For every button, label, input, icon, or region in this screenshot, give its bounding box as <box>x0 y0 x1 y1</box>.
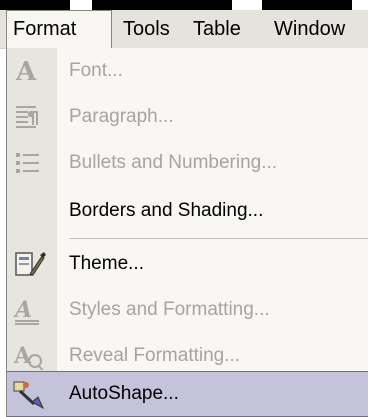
theme-icon <box>10 246 48 282</box>
menu-item-theme-label: Theme... <box>69 253 144 274</box>
menu-window-label: Window <box>274 18 346 40</box>
menu-format[interactable]: Format <box>6 10 112 48</box>
font-icon: A <box>10 53 48 89</box>
menu-table-label: Table <box>193 18 241 40</box>
title-text-fragment <box>0 0 70 10</box>
title-bar-remnant <box>0 0 368 10</box>
menu-item-styles-formatting[interactable]: A Styles and Formatting... <box>7 287 368 333</box>
menu-format-label: Format <box>13 18 77 40</box>
menu-item-styles-label: Styles and Formatting... <box>69 299 270 320</box>
autoshape-icon <box>10 377 48 413</box>
menu-table[interactable]: Table <box>193 10 241 48</box>
menu-item-font-label: Font... <box>69 60 123 81</box>
menu-item-autoshape[interactable]: AutoShape... <box>7 371 368 417</box>
paragraph-icon <box>10 99 48 135</box>
title-text-fragment <box>92 0 232 10</box>
menu-item-paragraph-label: Paragraph... <box>69 106 174 127</box>
menu-tools[interactable]: Tools <box>123 10 170 48</box>
menu-item-bullets-label: Bullets and Numbering... <box>69 152 278 173</box>
menu-bar: Format Tools Table Window <box>0 10 368 49</box>
svg-text:A: A <box>13 297 32 323</box>
menu-item-paragraph[interactable]: Paragraph... <box>7 94 368 140</box>
format-dropdown-menu: A Font... Paragraph... Bullets and Numbe… <box>6 48 368 417</box>
title-text-fragment <box>262 0 352 10</box>
menu-item-borders-label: Borders and Shading... <box>69 200 264 221</box>
menu-separator <box>69 238 368 239</box>
reveal-formatting-icon: A <box>10 338 48 374</box>
menu-tools-label: Tools <box>123 18 170 40</box>
menu-item-borders-shading[interactable]: Borders and Shading... <box>7 188 368 234</box>
menu-item-font[interactable]: A Font... <box>7 48 368 94</box>
bullets-icon <box>10 145 48 181</box>
menu-item-theme[interactable]: Theme... <box>7 241 368 287</box>
svg-text:A: A <box>15 57 37 87</box>
menu-item-autoshape-label: AutoShape... <box>69 383 179 404</box>
menu-item-bullets-numbering[interactable]: Bullets and Numbering... <box>7 140 368 186</box>
svg-text:A: A <box>13 343 32 369</box>
styles-icon: A <box>10 292 48 328</box>
menu-window[interactable]: Window <box>274 10 345 48</box>
